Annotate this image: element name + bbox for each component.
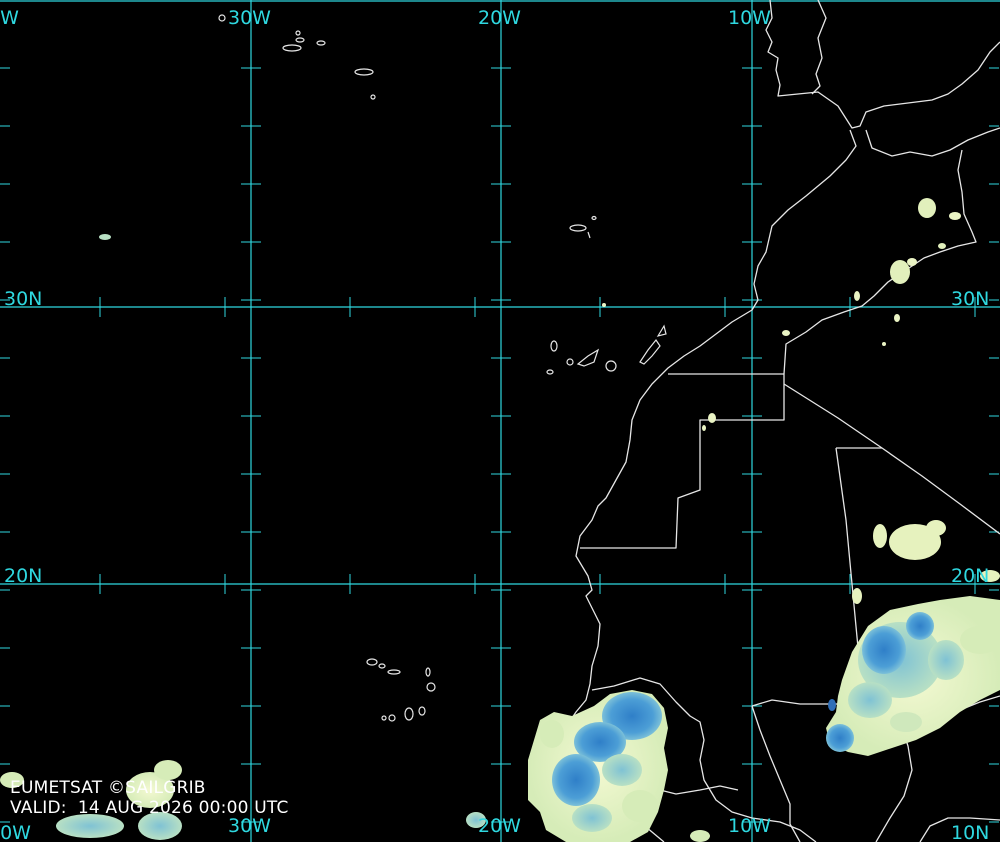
- lat-label-right-30n: 30N: [951, 288, 989, 310]
- cloud-patch: [926, 520, 946, 536]
- cloud-core: [960, 626, 1000, 654]
- cloud-core: [862, 626, 906, 674]
- cloud-patch: [938, 243, 946, 249]
- lat-label-right-10n: 10N: [951, 822, 989, 842]
- lat-label-right-20n: 20N: [951, 565, 989, 587]
- lon-label-bottom-30w: 30W: [228, 815, 271, 837]
- cloud-core: [928, 640, 964, 680]
- cloud-patch: [782, 330, 790, 336]
- cloud-patch: [873, 524, 887, 548]
- credit-source: EUMETSAT ©SAILGRIB: [10, 778, 206, 798]
- cloud-core: [572, 804, 612, 832]
- cloud-patch: [99, 234, 111, 240]
- lon-label-bottom-0: 10W: [0, 822, 31, 842]
- cloud-core: [906, 612, 934, 640]
- cloud-patch: [854, 291, 860, 301]
- lon-label-top-20w: 20W: [478, 7, 521, 29]
- cloud-patch: [894, 314, 900, 322]
- cloud-patch: [602, 303, 606, 307]
- cloud-patch: [702, 425, 706, 431]
- cloud-core: [622, 790, 658, 822]
- lon-label-top-0: 0W: [0, 7, 19, 29]
- cloud-patch: [690, 830, 710, 842]
- cloud-core: [828, 699, 836, 711]
- satellite-map: 0W 30W 20W 10W 10W 30W 20W 10W 30N 20N 3…: [0, 0, 1000, 842]
- lon-label-bottom-10w: 10W: [728, 815, 771, 837]
- lon-label-top-30w: 30W: [228, 7, 271, 29]
- cloud-patch: [907, 258, 917, 266]
- cloud-core: [848, 682, 892, 718]
- lon-label-top-10w: 10W: [728, 7, 771, 29]
- cloud-patch: [708, 413, 716, 423]
- lat-label-left-30n: 30N: [4, 288, 42, 310]
- cloud-patch: [154, 760, 182, 780]
- cloud-patch: [882, 342, 886, 346]
- cloud-patch: [890, 260, 910, 284]
- cloud-patch: [852, 588, 862, 604]
- cloud-core: [540, 720, 564, 748]
- credit-valid-time: VALID: 14 AUG 2026 00:00 UTC: [10, 798, 289, 818]
- lat-label-left-20n: 20N: [4, 565, 42, 587]
- cloud-core: [890, 712, 922, 732]
- cloud-core: [552, 754, 600, 806]
- cloud-core: [602, 754, 642, 786]
- cloud-patch: [949, 212, 961, 220]
- lon-label-bottom-20w: 20W: [478, 815, 521, 837]
- cloud-core: [826, 724, 854, 752]
- cloud-patch: [918, 198, 936, 218]
